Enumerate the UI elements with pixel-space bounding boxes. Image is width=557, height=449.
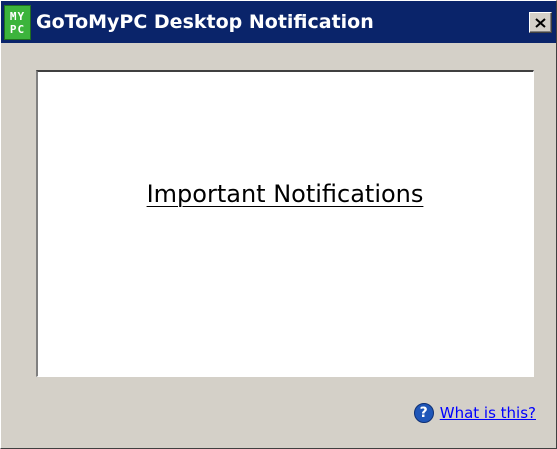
help-row: ? What is this? — [413, 403, 536, 423]
notification-content-panel: Important Notifications — [36, 70, 534, 377]
what-is-this-link[interactable]: What is this? — [440, 404, 536, 422]
important-notifications-link[interactable]: Important Notifications — [38, 180, 532, 208]
notification-window: MY PC GoToMyPC Desktop Notification Impo… — [0, 0, 557, 449]
close-button[interactable] — [529, 12, 552, 33]
title-bar[interactable]: MY PC GoToMyPC Desktop Notification — [1, 1, 556, 43]
question-circle-icon[interactable]: ? — [413, 403, 434, 423]
close-icon — [535, 17, 546, 28]
gotomypc-logo-icon: MY PC — [4, 5, 31, 40]
logo-text-bottom: PC — [9, 22, 26, 36]
window-title: GoToMyPC Desktop Notification — [36, 11, 374, 33]
logo-text-top: MY — [9, 9, 26, 23]
